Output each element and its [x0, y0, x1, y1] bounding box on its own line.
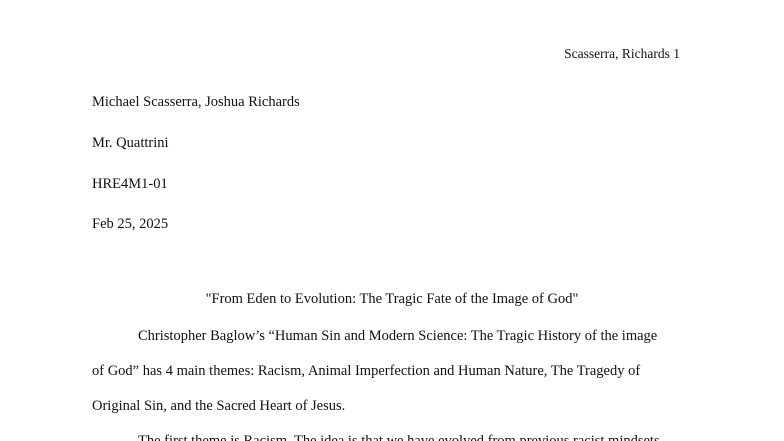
document-page: Scasserra, Richards 1 Michael Scasserra,… — [0, 0, 784, 441]
paragraph-2-line-1: The first theme is Racism. The idea is t… — [138, 433, 660, 441]
paragraph-1-line-3: Original Sin, and the Sacred Heart of Je… — [92, 398, 346, 414]
running-header: Scasserra, Richards 1 — [564, 46, 680, 62]
teacher-name: Mr. Quattrini — [92, 135, 169, 151]
essay-title: "From Eden to Evolution: The Tragic Fate… — [205, 291, 579, 307]
course-code: HRE4M1-01 — [92, 176, 168, 192]
author-names: Michael Scasserra, Joshua Richards — [92, 94, 300, 110]
paragraph-1-line-1: Christopher Baglow’s “Human Sin and Mode… — [138, 328, 658, 344]
header-page-label: Scasserra, Richards 1 — [564, 46, 680, 61]
document-date: Feb 25, 2025 — [92, 216, 169, 232]
paragraph-1-line-2: of God” has 4 main themes: Racism, Anima… — [92, 363, 641, 379]
